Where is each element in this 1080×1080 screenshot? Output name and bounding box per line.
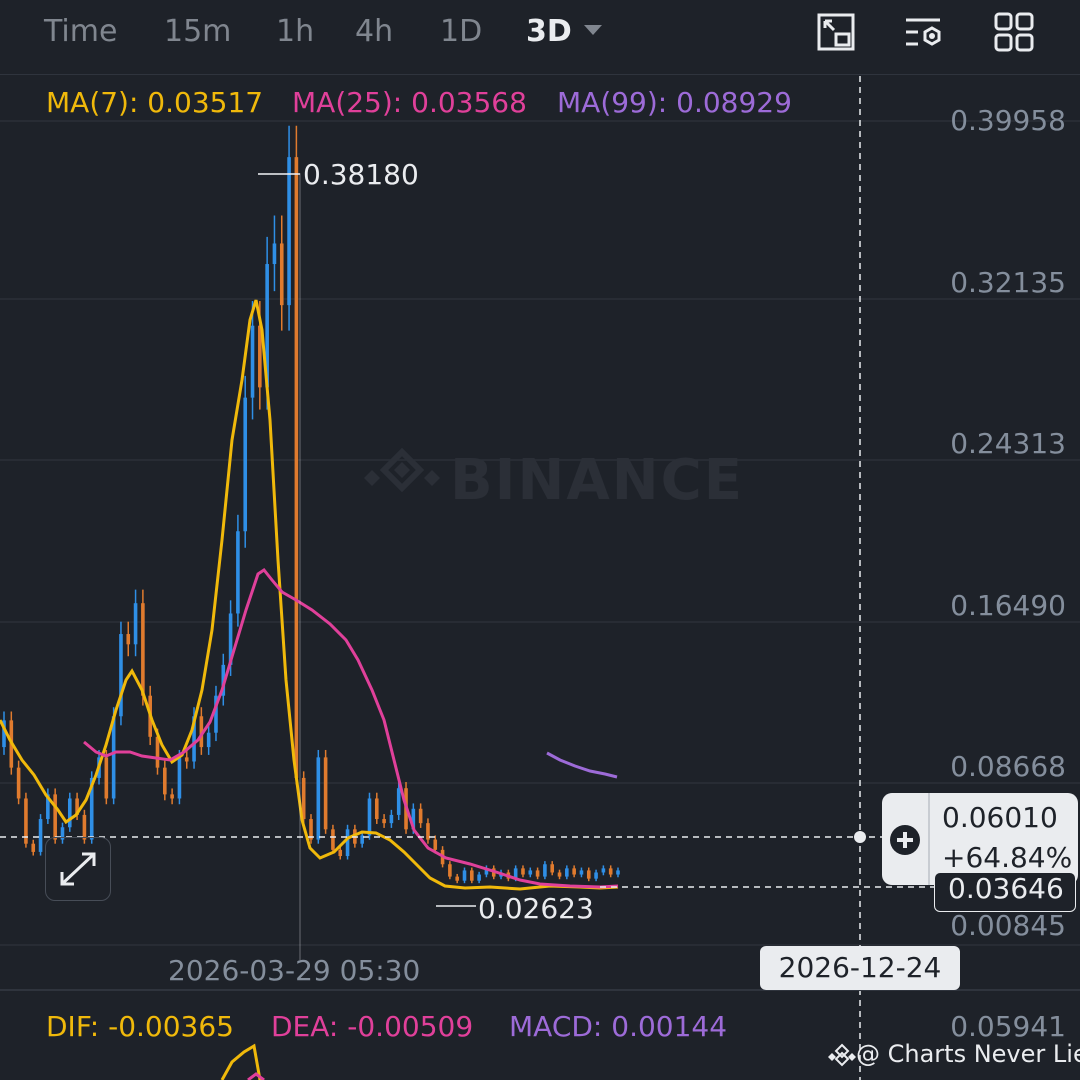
dea-value: DEA: -0.00509 bbox=[271, 1010, 474, 1043]
candle-body bbox=[543, 864, 547, 877]
candle-body bbox=[331, 829, 335, 850]
binance-watermark-icon bbox=[364, 447, 440, 493]
add-alert-button[interactable] bbox=[882, 793, 930, 885]
macd-value: MACD: 0.00144 bbox=[509, 1010, 728, 1043]
candle-body bbox=[236, 531, 240, 614]
ma25-legend: MA(25): 0.03568 bbox=[292, 86, 527, 119]
candle-body bbox=[279, 243, 284, 306]
candle-body bbox=[579, 870, 584, 875]
candle-body bbox=[31, 843, 36, 852]
candle-body bbox=[294, 157, 299, 778]
candle-body bbox=[163, 767, 167, 795]
y-axis-label: 0.32135 bbox=[950, 266, 1066, 299]
candle-body bbox=[382, 819, 386, 824]
candle-body bbox=[272, 243, 277, 265]
credit-watermark: @ Charts Never Lie bbox=[828, 1040, 1080, 1068]
candle-body bbox=[448, 864, 452, 877]
candle-body bbox=[287, 157, 291, 306]
candle-body bbox=[535, 870, 540, 877]
candle-body bbox=[594, 872, 598, 879]
candle-body bbox=[601, 868, 606, 873]
macd-axis-label: 0.05941 bbox=[950, 1010, 1066, 1043]
candle-body bbox=[367, 798, 372, 836]
ma7-legend: MA(7): 0.03517 bbox=[46, 86, 264, 119]
high-price-label: 0.38180 bbox=[303, 158, 419, 191]
candle-body bbox=[104, 757, 109, 799]
candle-body bbox=[550, 864, 555, 873]
candle-body bbox=[608, 868, 613, 875]
candle-body bbox=[82, 814, 87, 840]
candle-body bbox=[53, 794, 57, 840]
candle-body bbox=[455, 876, 459, 881]
candle-body bbox=[418, 808, 423, 824]
candle-body bbox=[433, 839, 438, 850]
candle-body bbox=[323, 757, 328, 830]
credit-text: @ Charts Never Lie bbox=[856, 1040, 1080, 1068]
low-price-label: 0.02623 bbox=[478, 892, 594, 925]
candle-body bbox=[155, 736, 160, 768]
candle-body bbox=[528, 870, 533, 875]
candle-body bbox=[38, 819, 43, 852]
y-axis-label: 0.00845 bbox=[950, 909, 1066, 942]
candle-body bbox=[141, 603, 145, 696]
x-axis-date: 2026-03-29 05:30 bbox=[168, 954, 421, 987]
candle-body bbox=[470, 870, 474, 881]
candle-body bbox=[67, 798, 72, 828]
crosshair-price: 0.06010 bbox=[942, 801, 1058, 834]
ma99-legend: MA(99): 0.08929 bbox=[557, 86, 792, 119]
candle-body bbox=[396, 788, 401, 815]
dif-value: DIF: -0.00365 bbox=[46, 1010, 234, 1043]
macd-plot bbox=[220, 1043, 265, 1080]
candle-body bbox=[616, 870, 620, 875]
y-axis-label: 0.08668 bbox=[950, 750, 1066, 783]
candle-body bbox=[557, 872, 562, 877]
y-axis-label: 0.24313 bbox=[950, 427, 1066, 460]
expand-chart-button[interactable] bbox=[45, 837, 111, 901]
crosshair-date: 2026-12-24 bbox=[760, 946, 960, 990]
crosshair-dot bbox=[854, 831, 866, 843]
crosshair-change: +64.84% bbox=[942, 841, 1073, 874]
y-axis-label: 0.39958 bbox=[950, 104, 1066, 137]
candle-body bbox=[572, 868, 576, 875]
candle-body bbox=[126, 634, 131, 645]
y-axis-label: 0.16490 bbox=[950, 589, 1066, 622]
candle-body bbox=[477, 874, 481, 881]
candle-body bbox=[565, 868, 569, 877]
expand-icon bbox=[60, 852, 96, 886]
candle-body bbox=[250, 325, 255, 398]
candle-body bbox=[345, 829, 350, 857]
candle-body bbox=[16, 767, 21, 799]
candle-body bbox=[521, 868, 525, 875]
candle-body bbox=[374, 798, 379, 820]
candle-body bbox=[170, 794, 174, 799]
candle-body bbox=[338, 849, 343, 857]
ma99-line bbox=[546, 751, 618, 779]
candle-body bbox=[133, 603, 138, 645]
binance-watermark: BINANCE bbox=[450, 448, 744, 513]
binance-logo-icon bbox=[828, 1043, 856, 1067]
candle-body bbox=[243, 397, 248, 532]
candle-body bbox=[462, 870, 467, 881]
candle-body bbox=[389, 814, 394, 824]
candle-body bbox=[316, 757, 321, 840]
candle-body bbox=[586, 870, 591, 879]
candle-body bbox=[119, 634, 123, 717]
candle-body bbox=[111, 716, 116, 799]
candle-body bbox=[177, 757, 182, 799]
ma25-line bbox=[83, 567, 619, 889]
candle-body bbox=[206, 732, 211, 748]
candle-body bbox=[184, 757, 189, 762]
plus-icon bbox=[890, 825, 920, 855]
current-price: 0.03646 bbox=[948, 872, 1064, 905]
